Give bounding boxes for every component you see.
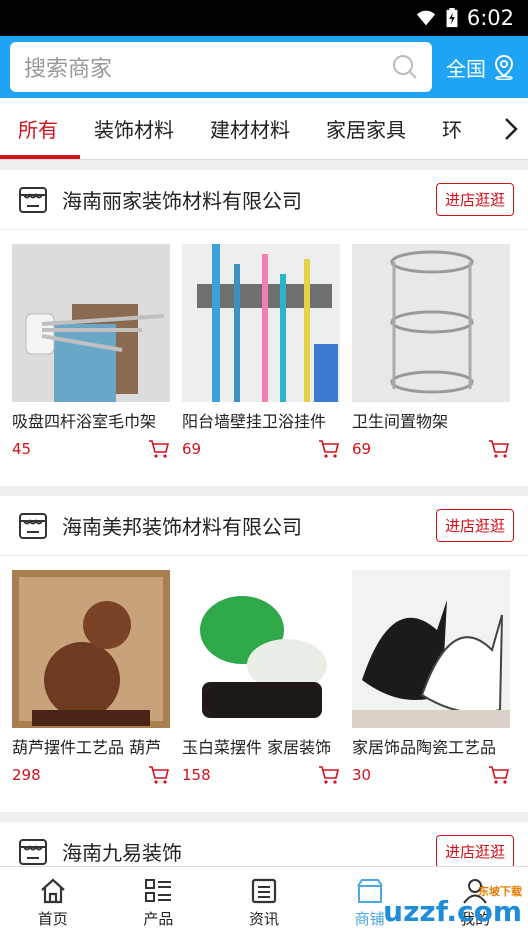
product-price: 69: [182, 440, 202, 458]
product-list: 葫芦摆件工艺品 葫芦 298 玉白菜摆件 家居装饰 158 家居饰品陶瓷工艺品 …: [0, 556, 528, 786]
watermark-small: 东坡下载: [478, 885, 522, 898]
watermark-logo: 东坡下载 uzzf.com: [383, 885, 522, 928]
document-icon: [251, 878, 277, 904]
product-card[interactable]: 卫生间置物架 69: [352, 244, 510, 460]
cart-icon[interactable]: [318, 765, 340, 785]
bottom-navigation: 首页 产品 资讯 商铺 我的 东坡下载 uzzf.com: [0, 866, 528, 940]
wifi-icon: [416, 10, 435, 26]
category-tabs: 所有 装饰材料 建材材料 家居家具 环: [0, 98, 528, 160]
tab-more[interactable]: 环: [424, 98, 480, 159]
tab-home-furniture[interactable]: 家居家具: [308, 98, 424, 159]
product-price: 298: [12, 766, 41, 784]
nav-products-label: 产品: [143, 910, 174, 928]
cart-icon[interactable]: [488, 439, 510, 459]
product-name: 吸盘四杆浴室毛巾架: [12, 412, 157, 431]
product-price: 45: [12, 440, 32, 458]
tab-all[interactable]: 所有: [0, 98, 76, 159]
nav-products[interactable]: 产品: [106, 867, 212, 940]
search-input[interactable]: 搜索商家: [10, 42, 432, 92]
product-price: 30: [352, 766, 372, 784]
product-name: 葫芦摆件工艺品 葫芦: [12, 738, 162, 757]
location-pin-icon: [494, 54, 514, 80]
status-time: 6:02: [466, 6, 514, 30]
nav-home-label: 首页: [37, 910, 68, 928]
cart-icon[interactable]: [148, 765, 170, 785]
chevron-right-icon: [505, 117, 518, 140]
search-placeholder: 搜索商家: [24, 57, 113, 82]
product-name: 卫生间置物架: [352, 412, 449, 431]
product-card[interactable]: 阳台墙壁挂卫浴挂件 69: [182, 244, 340, 460]
product-image-corner-shelf[interactable]: [352, 244, 510, 402]
cart-icon[interactable]: [148, 439, 170, 459]
shop-name[interactable]: 海南丽家装饰材料有限公司: [62, 185, 436, 214]
product-card[interactable]: 玉白菜摆件 家居装饰 158: [182, 570, 340, 786]
grid-list-icon: [145, 879, 172, 902]
shop-icon: [356, 879, 383, 903]
cart-icon[interactable]: [318, 439, 340, 459]
home-icon: [41, 878, 65, 904]
product-image-towel-rack[interactable]: [12, 244, 170, 402]
shop-name[interactable]: 海南美邦装饰材料有限公司: [62, 511, 436, 540]
tabs-scroll-button[interactable]: [494, 98, 528, 159]
product-name: 家居饰品陶瓷工艺品: [352, 738, 497, 757]
store-icon: [19, 838, 47, 865]
store-icon: [19, 512, 47, 539]
enter-shop-button[interactable]: 进店逛逛: [435, 509, 514, 542]
product-image-gourd-ornament[interactable]: [12, 570, 170, 728]
product-price: 158: [182, 766, 211, 784]
tab-decoration-materials[interactable]: 装饰材料: [76, 98, 192, 159]
product-image-mop-holder[interactable]: [182, 244, 340, 402]
nav-shops-label: 商铺: [354, 910, 385, 928]
shop-name[interactable]: 海南九易装饰: [62, 837, 436, 866]
shop-header: 海南丽家装饰材料有限公司 进店逛逛: [0, 170, 528, 230]
product-image-ceramic-fish[interactable]: [352, 570, 510, 728]
nav-home[interactable]: 首页: [0, 867, 106, 940]
product-price: 69: [352, 440, 372, 458]
product-name: 玉白菜摆件 家居装饰: [182, 738, 332, 757]
search-icon[interactable]: [392, 54, 418, 80]
product-card[interactable]: 葫芦摆件工艺品 葫芦 298: [12, 570, 170, 786]
shop-header: 海南美邦装饰材料有限公司 进店逛逛: [0, 496, 528, 556]
status-bar: 6:02: [0, 0, 528, 36]
nav-news[interactable]: 资讯: [211, 867, 317, 940]
enter-shop-button[interactable]: 进店逛逛: [435, 835, 514, 868]
shop-card: 海南美邦装饰材料有限公司 进店逛逛 葫芦摆件工艺品 葫芦 298 玉白菜摆件 家…: [0, 496, 528, 812]
battery-icon: [446, 8, 458, 28]
product-card[interactable]: 家居饰品陶瓷工艺品 30: [352, 570, 510, 786]
search-header: 搜索商家 全国: [0, 36, 528, 98]
shop-card: 海南丽家装饰材料有限公司 进店逛逛 吸盘四杆浴室毛巾架 45 阳台墙壁挂卫浴挂件…: [0, 170, 528, 486]
product-image-jade-cabbage[interactable]: [182, 570, 340, 728]
active-tab-indicator: [0, 155, 80, 159]
product-name: 阳台墙壁挂卫浴挂件: [182, 412, 327, 431]
region-label: 全国: [446, 56, 486, 81]
watermark-text: uzzf.com: [383, 895, 522, 928]
cart-icon[interactable]: [488, 765, 510, 785]
product-list: 吸盘四杆浴室毛巾架 45 阳台墙壁挂卫浴挂件 69 卫生间置物架 69: [0, 230, 528, 460]
product-card[interactable]: 吸盘四杆浴室毛巾架 45: [12, 244, 170, 460]
nav-news-label: 资讯: [248, 910, 279, 928]
tab-building-materials[interactable]: 建材材料: [192, 98, 308, 159]
region-selector[interactable]: 全国: [446, 53, 516, 82]
store-icon: [19, 186, 47, 213]
enter-shop-button[interactable]: 进店逛逛: [435, 183, 514, 216]
